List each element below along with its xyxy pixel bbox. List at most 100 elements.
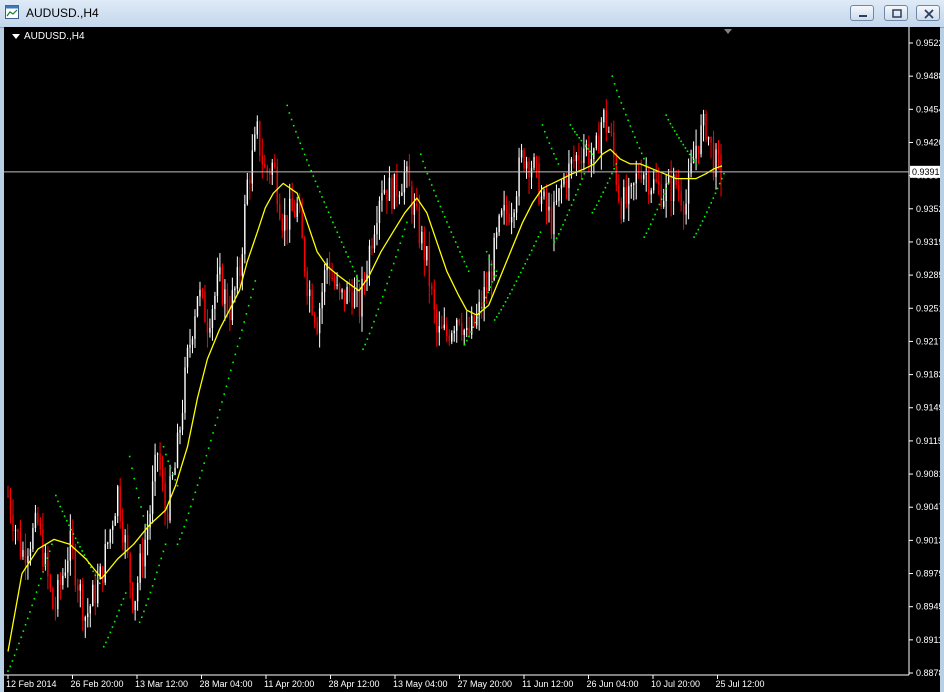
sar-dot: [435, 195, 437, 197]
sar-dot: [98, 582, 101, 585]
candle-body: [114, 515, 116, 526]
sar-dot: [133, 477, 136, 480]
candle-body: [49, 576, 52, 589]
sar-dot: [345, 251, 347, 253]
sar-dot: [530, 249, 533, 252]
sar-dot: [366, 338, 369, 340]
sar-dot: [638, 147, 641, 149]
sar-dot: [577, 188, 579, 191]
sar-dot: [487, 291, 489, 294]
sar-dot: [196, 484, 199, 486]
sar-dot: [647, 228, 650, 230]
candle-body: [411, 186, 413, 215]
candle-body: [428, 246, 431, 287]
x-tick-label: 13 Mar 12:00: [135, 679, 188, 689]
sar-dot: [403, 228, 406, 231]
candle-body: [176, 432, 179, 468]
sar-dot: [375, 314, 377, 317]
sar-dot: [424, 166, 426, 169]
sar-dot: [40, 577, 42, 580]
candle-body: [628, 186, 630, 204]
y-tick-label: 0.95220: [916, 38, 940, 48]
sar-dot: [665, 114, 667, 116]
sar-dot: [349, 260, 352, 263]
close-button[interactable]: [916, 5, 940, 21]
candle-body: [705, 113, 707, 140]
candle-body: [129, 553, 131, 584]
sar-dot: [203, 462, 205, 464]
sar-dot: [305, 159, 308, 161]
price-chart[interactable]: 0.952200.948800.945400.942000.938600.935…: [4, 27, 940, 692]
sar-dot: [439, 205, 442, 208]
sar-dot: [164, 543, 167, 546]
candle-body: [423, 231, 426, 261]
chart-window-icon: [5, 5, 19, 19]
candle-body: [381, 193, 383, 201]
candle-body: [199, 289, 201, 297]
sar-dot: [390, 269, 393, 272]
candle-body: [505, 204, 508, 214]
candle-body: [588, 144, 590, 165]
candle-body: [431, 286, 433, 290]
candle-body: [318, 308, 321, 334]
sar-dot: [524, 262, 527, 265]
candle-body: [146, 527, 149, 540]
candle-body: [104, 544, 106, 583]
sar-dot: [466, 339, 468, 342]
candle-body: [194, 316, 196, 340]
candle-body: [456, 319, 458, 331]
sar-dot: [678, 137, 680, 139]
sar-dot: [490, 263, 493, 266]
sar-dot: [493, 269, 495, 271]
sar-dot: [316, 185, 319, 188]
sar-dot: [20, 636, 22, 639]
sar-dot: [144, 523, 147, 526]
x-tick-label: 25 Jul 12:00: [716, 679, 765, 689]
sar-dot: [723, 172, 725, 175]
sar-dot: [620, 102, 623, 104]
candle-body: [121, 521, 124, 543]
minimize-button[interactable]: [850, 5, 874, 21]
candle-body: [293, 210, 296, 217]
sar-dot: [441, 210, 444, 213]
candle-body: [246, 179, 249, 205]
sar-dot: [401, 235, 404, 238]
sar-dot: [562, 223, 564, 226]
candle-body: [186, 347, 189, 368]
sar-dot: [629, 125, 632, 127]
candle-body: [525, 161, 528, 169]
sar-dot: [172, 473, 174, 475]
sar-dot: [176, 484, 179, 487]
sar-dot: [332, 221, 334, 224]
symbol-menu-arrow-icon[interactable]: [12, 34, 20, 39]
chart-symbol-label: AUDUSD.,H4: [24, 31, 85, 42]
candle-body: [533, 157, 535, 168]
chart-area[interactable]: 0.952200.948800.945400.942000.938600.935…: [4, 27, 940, 692]
x-tick-label: 28 Apr 12:00: [329, 679, 380, 689]
restore-button[interactable]: [884, 5, 908, 21]
sar-dot: [693, 159, 695, 162]
sar-dot: [338, 236, 341, 239]
sar-dot: [580, 139, 583, 142]
candle-body: [633, 183, 635, 185]
sar-dot: [498, 312, 500, 315]
sar-dot: [243, 321, 245, 323]
sar-dot: [61, 510, 64, 513]
candle-body: [570, 159, 573, 164]
sar-dot: [506, 297, 509, 299]
sar-dot: [566, 214, 569, 216]
sar-dot: [105, 641, 107, 644]
candle-body: [154, 454, 156, 482]
sar-dot: [500, 308, 502, 311]
sar-dot: [615, 163, 618, 165]
sar-dot: [48, 550, 51, 553]
sar-dot: [9, 665, 11, 668]
candle-body: [393, 173, 396, 209]
y-tick-label: 0.94200: [916, 137, 940, 147]
sar-dot: [618, 95, 620, 98]
candle-body: [520, 150, 523, 158]
sar-dot: [686, 150, 689, 152]
sar-dot: [329, 216, 332, 219]
sar-dot: [140, 616, 143, 619]
window-titlebar[interactable]: AUDUSD.,H4: [0, 0, 944, 28]
